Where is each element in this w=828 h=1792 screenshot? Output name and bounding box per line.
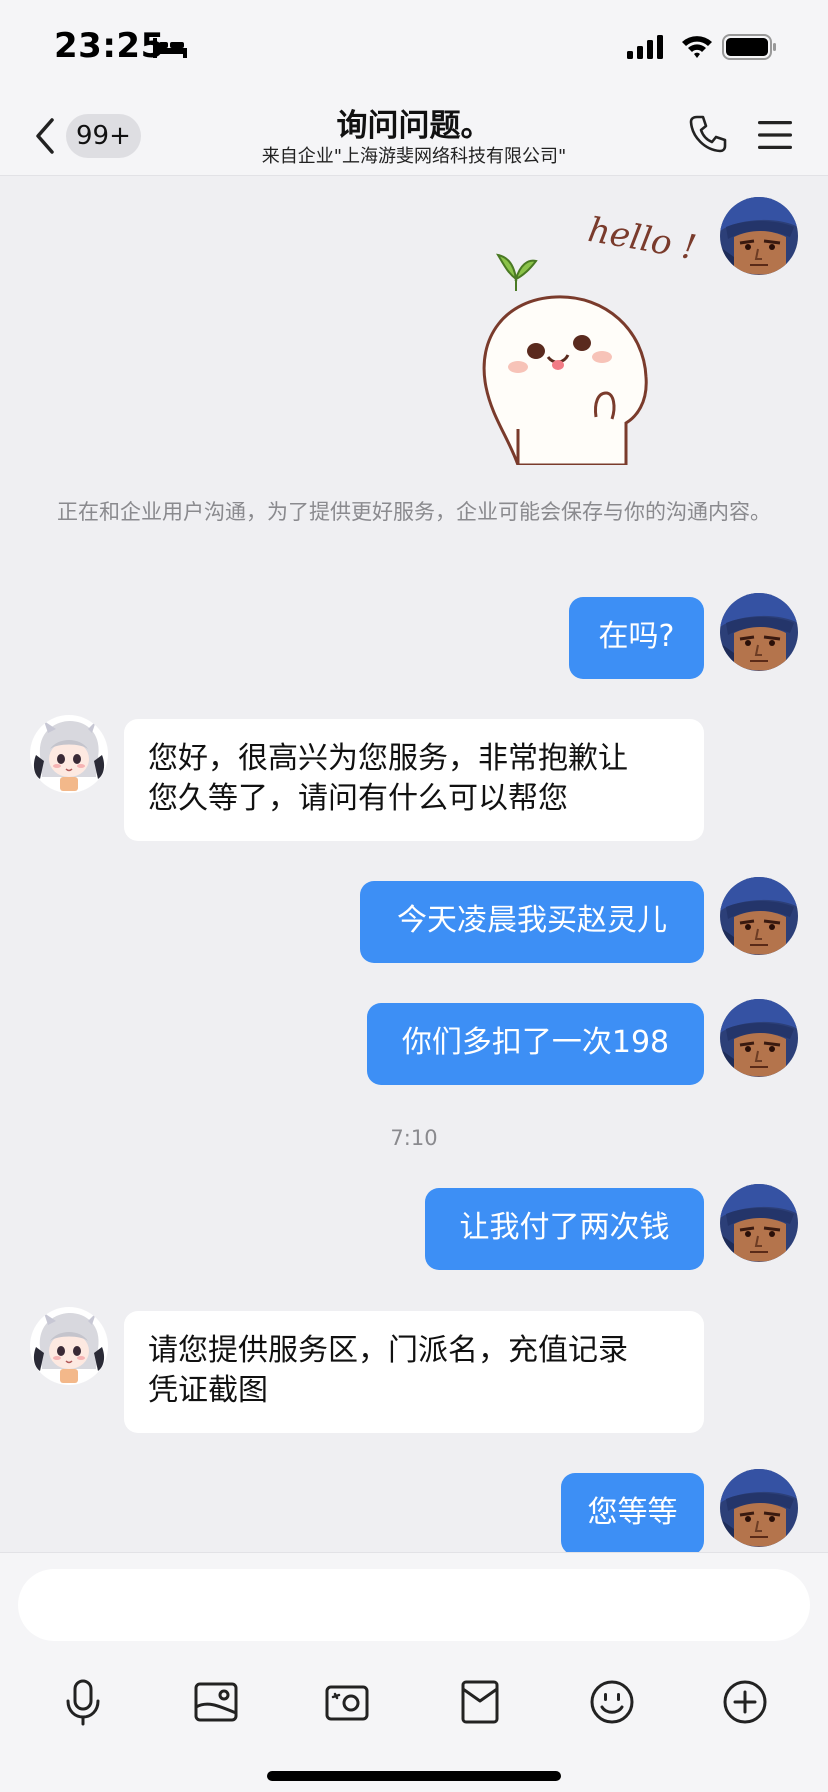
user-avatar[interactable] [720,877,798,955]
user-avatar[interactable] [720,197,798,275]
camera-icon [325,1685,369,1721]
bed-icon [153,38,187,58]
user-avatar[interactable] [720,999,798,1077]
message-bubble-in[interactable]: 您好，很高兴为您服务，非常抱歉让 您久等了，请问有什么可以帮您 [124,719,704,841]
user-avatar[interactable] [720,1469,798,1547]
message-bubble-out[interactable]: 您等等 [561,1473,704,1552]
status-bar: 23:25 [0,0,828,90]
microphone-button[interactable] [58,1677,108,1727]
image-button[interactable] [191,1677,241,1727]
hello-sticker[interactable]: hello ! [456,207,706,467]
agent-avatar[interactable] [30,1307,108,1385]
message-list[interactable]: hello ! 正在和企业用户沟通，为了提供更好服务，企业可能会保存与你的沟通内… [0,177,828,1552]
battery-icon [722,34,776,60]
composer [0,1552,828,1792]
agent-avatar[interactable] [30,715,108,793]
wifi-icon [682,36,712,58]
red-packet-button[interactable] [455,1677,505,1727]
message-input[interactable] [18,1569,810,1641]
privacy-notice: 正在和企业用户沟通，为了提供更好服务，企业可能会保存与你的沟通内容。 [57,500,771,524]
signal-icon [627,35,663,59]
message-bubble-in[interactable]: 请您提供服务区，门派名，充值记录 凭证截图 [124,1311,704,1433]
message-bubble-out[interactable]: 今天凌晨我买赵灵儿 [360,881,704,963]
message-bubble-out[interactable]: 让我付了两次钱 [425,1188,704,1270]
red-packet-icon [461,1680,499,1724]
more-button[interactable] [720,1677,770,1727]
menu-icon[interactable] [756,118,794,152]
emoji-icon [590,1680,634,1724]
phone-icon[interactable] [688,114,728,154]
user-avatar[interactable] [720,593,798,671]
sticker-text: hello ! [585,210,699,268]
chat-screen: 23:25 99+ 询问问题。 来自企业"上海游斐网络科技有限公司" hello… [0,0,828,1792]
emoji-button[interactable] [587,1677,637,1727]
camera-button[interactable] [322,1677,372,1727]
image-icon [194,1682,238,1722]
chat-header: 99+ 询问问题。 来自企业"上海游斐网络科技有限公司" [0,90,828,176]
message-timestamp: 7:10 [390,1126,438,1150]
message-bubble-out[interactable]: 你们多扣了一次198 [367,1003,704,1085]
home-indicator [267,1771,561,1781]
microphone-icon [66,1679,100,1726]
plus-icon [723,1680,767,1724]
status-time: 23:25 [54,26,165,66]
user-avatar[interactable] [720,1184,798,1262]
message-bubble-out[interactable]: 在吗? [569,597,704,679]
